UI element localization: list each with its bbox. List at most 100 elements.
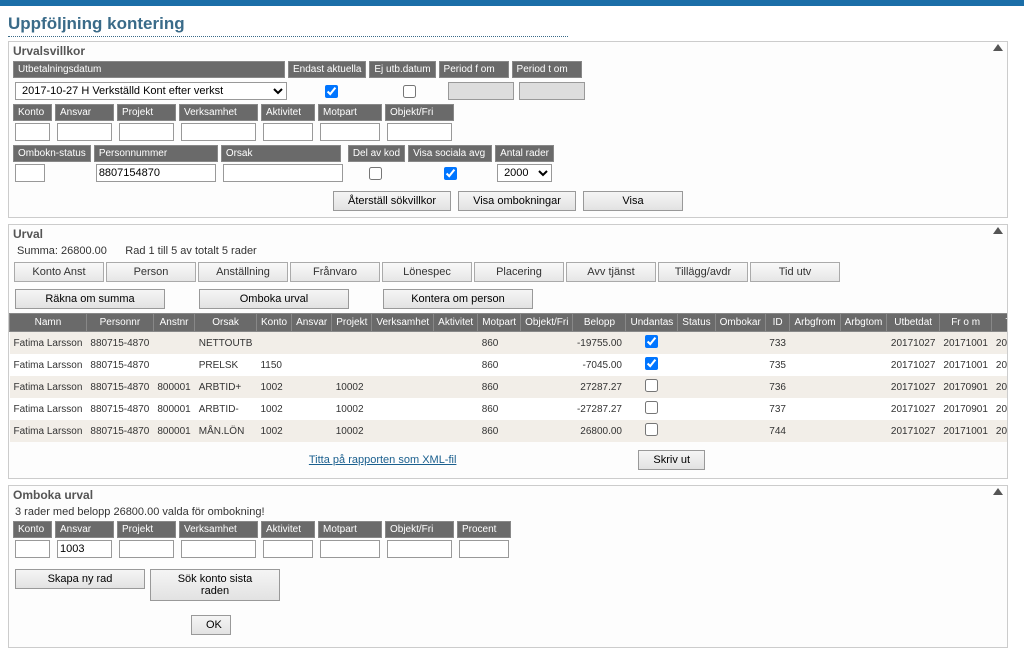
col-status[interactable]: Status — [678, 314, 715, 332]
tab-person[interactable]: Person — [106, 262, 196, 282]
col-ansvar[interactable]: Ansvar — [292, 314, 332, 332]
col-personnr[interactable]: Personnr — [86, 314, 153, 332]
aktivitet-label: Aktivitet — [261, 104, 315, 121]
del-av-kod-checkbox[interactable] — [369, 167, 382, 180]
xml-link[interactable]: Titta på rapporten som XML-fil — [309, 454, 457, 466]
personnummer-label: Personnummer — [94, 145, 218, 162]
undantas-checkbox[interactable] — [645, 423, 658, 436]
col-fr-o-m[interactable]: Fr o m — [939, 314, 992, 332]
om-konto-label: Konto — [13, 521, 52, 538]
col-arbgtom[interactable]: Arbgtom — [840, 314, 887, 332]
om-procent-input[interactable] — [459, 540, 509, 558]
antal-rader-select[interactable]: 2000 — [497, 164, 552, 182]
omboka-panel: Omboka urval 3 rader med belopp 26800.00… — [8, 485, 1008, 648]
objektfri-input[interactable] — [387, 123, 452, 141]
tab-placering[interactable]: Placering — [474, 262, 564, 282]
col-aktivitet[interactable]: Aktivitet — [434, 314, 478, 332]
urval-title: Urval — [9, 225, 1007, 243]
tab-anst-llning[interactable]: Anställning — [198, 262, 288, 282]
tab-konto-anst[interactable]: Konto Anst — [14, 262, 104, 282]
col-utbetdat[interactable]: Utbetdat — [887, 314, 940, 332]
ej-utb-label: Ej utb.datum — [369, 61, 435, 78]
antal-rader-label: Antal rader — [495, 145, 554, 162]
tab-fr-nvaro[interactable]: Frånvaro — [290, 262, 380, 282]
omboka-urval-button[interactable]: Omboka urval — [199, 289, 349, 309]
table-row[interactable]: Fatima Larsson880715-4870800001ARBTID-10… — [10, 398, 1008, 420]
tab-avv-tj-nst[interactable]: Avv tjänst — [566, 262, 656, 282]
col-anstnr[interactable]: Anstnr — [153, 314, 194, 332]
reset-filters-button[interactable]: Återställ sökvillkor — [333, 191, 451, 211]
table-row[interactable]: Fatima Larsson880715-4870800001ARBTID+10… — [10, 376, 1008, 398]
col-undantas[interactable]: Undantas — [626, 314, 678, 332]
endast-aktuella-checkbox[interactable] — [325, 85, 338, 98]
om-verksamhet-input[interactable] — [181, 540, 256, 558]
col-id[interactable]: ID — [765, 314, 790, 332]
konto-input[interactable] — [15, 123, 50, 141]
ansvar-input[interactable] — [57, 123, 112, 141]
visa-sociala-checkbox[interactable] — [444, 167, 457, 180]
utbetalningsdatum-select[interactable]: 2017-10-27 H Verkställd Kont efter verks… — [15, 82, 287, 100]
tab-till-gg-avdr[interactable]: Tillägg/avdr — [658, 262, 748, 282]
rakna-button[interactable]: Räkna om summa — [15, 289, 165, 309]
ombokn-status-input[interactable] — [15, 164, 45, 182]
undantas-checkbox[interactable] — [645, 357, 658, 370]
table-row[interactable]: Fatima Larsson880715-4870NETTOUTB860-197… — [10, 332, 1008, 355]
collapse-icon[interactable] — [993, 44, 1003, 51]
table-row[interactable]: Fatima Larsson880715-4870800001MÅN.LÖN10… — [10, 420, 1008, 442]
motpart-label: Motpart — [318, 104, 382, 121]
personnummer-input[interactable] — [96, 164, 216, 182]
show-button[interactable]: Visa — [583, 191, 683, 211]
kontera-button[interactable]: Kontera om person — [383, 289, 533, 309]
col-arbgfrom[interactable]: Arbgfrom — [790, 314, 840, 332]
undantas-checkbox[interactable] — [645, 335, 658, 348]
col-verksamhet[interactable]: Verksamhet — [372, 314, 434, 332]
om-motpart-input[interactable] — [320, 540, 380, 558]
tab-tid-utv[interactable]: Tid utv — [750, 262, 840, 282]
col-ombokar[interactable]: Ombokar — [715, 314, 765, 332]
collapse-icon[interactable] — [993, 488, 1003, 495]
om-projekt-input[interactable] — [119, 540, 174, 558]
urval-summary: Summa: 26800.00 Rad 1 till 5 av totalt 5… — [9, 243, 1007, 259]
collapse-icon[interactable] — [993, 227, 1003, 234]
sok-konto-button[interactable]: Sök konto sista raden — [150, 569, 280, 601]
period-to-label: Period t om — [512, 61, 582, 78]
om-aktivitet-input[interactable] — [263, 540, 313, 558]
col-konto[interactable]: Konto — [256, 314, 291, 332]
konto-label: Konto — [13, 104, 52, 121]
aktivitet-input[interactable] — [263, 123, 313, 141]
skrivut-button[interactable]: Skriv ut — [638, 450, 705, 470]
table-row[interactable]: Fatima Larsson880715-4870PRELSK1150860-7… — [10, 354, 1008, 376]
ansvar-label: Ansvar — [55, 104, 114, 121]
projekt-label: Projekt — [117, 104, 176, 121]
om-konto-input[interactable] — [15, 540, 50, 558]
orsak-input[interactable] — [223, 164, 343, 182]
period-to-input[interactable] — [519, 82, 585, 100]
verksamhet-input[interactable] — [181, 123, 256, 141]
omboka-title: Omboka urval — [9, 486, 1007, 504]
ej-utb-checkbox[interactable] — [403, 85, 416, 98]
tab-l-nespec[interactable]: Lönespec — [382, 262, 472, 282]
col-motpart[interactable]: Motpart — [478, 314, 521, 332]
filters-title: Urvalsvillkor — [9, 42, 1007, 60]
projekt-input[interactable] — [119, 123, 174, 141]
undantas-checkbox[interactable] — [645, 379, 658, 392]
col-t-o-m[interactable]: T o m — [992, 314, 1007, 332]
skapa-ny-rad-button[interactable]: Skapa ny rad — [15, 569, 145, 589]
col-projekt[interactable]: Projekt — [332, 314, 372, 332]
col-belopp[interactable]: Belopp — [573, 314, 626, 332]
endast-aktuella-label: Endast aktuella — [288, 61, 366, 78]
omboka-message: 3 rader med belopp 26800.00 valda för om… — [9, 504, 1007, 520]
ok-button[interactable]: OK — [191, 615, 231, 635]
om-ansvar-input[interactable] — [57, 540, 112, 558]
undantas-checkbox[interactable] — [645, 401, 658, 414]
show-ombok-button[interactable]: Visa ombokningar — [458, 191, 576, 211]
motpart-input[interactable] — [320, 123, 380, 141]
col-objekt-fri[interactable]: Objekt/Fri — [521, 314, 573, 332]
period-from-label: Period f om — [439, 61, 509, 78]
om-objektfri-input[interactable] — [387, 540, 452, 558]
col-namn[interactable]: Namn — [10, 314, 87, 332]
om-ansvar-label: Ansvar — [55, 521, 114, 538]
col-orsak[interactable]: Orsak — [195, 314, 257, 332]
orsak-label: Orsak — [221, 145, 341, 162]
period-from-input[interactable] — [448, 82, 514, 100]
